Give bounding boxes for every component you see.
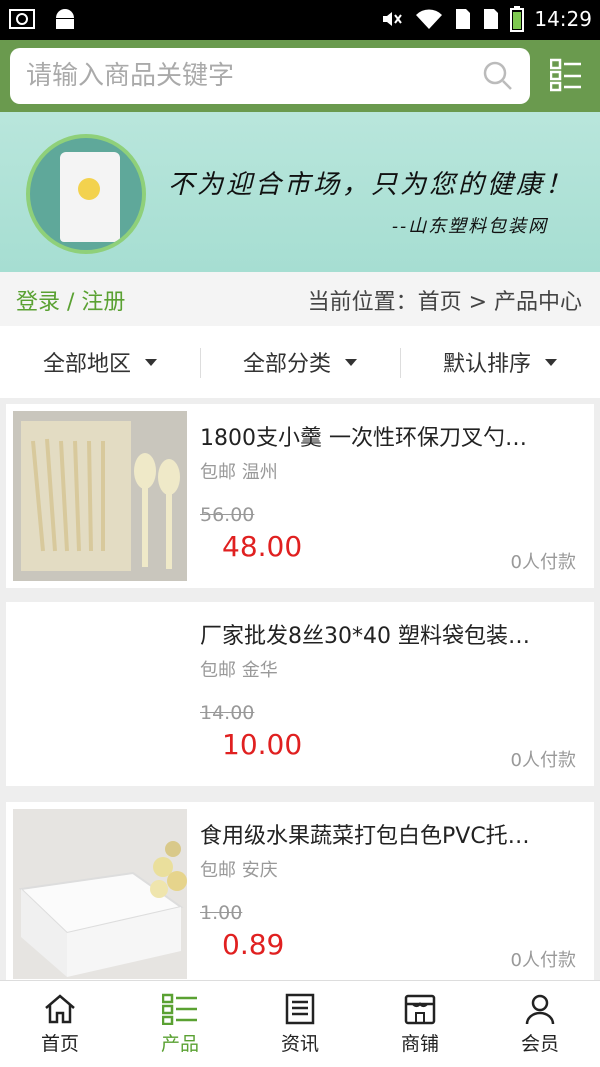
shop-icon xyxy=(404,994,436,1024)
tab-products[interactable]: 产品 xyxy=(120,981,240,1067)
product-title[interactable]: 1800支小羹 一次性环保刀叉勺… xyxy=(200,420,570,452)
product-shipping-location: 包邮 金华 xyxy=(200,660,278,681)
status-bar: 14:29 xyxy=(0,0,600,40)
filter-label: 全部地区 xyxy=(42,352,131,377)
filter-label: 默认排序 xyxy=(442,352,531,377)
category-menu-icon[interactable] xyxy=(550,58,582,92)
product-price: 48.00 xyxy=(222,530,303,563)
product-sales-count: 0人付款 xyxy=(510,950,576,971)
filter-region[interactable]: 全部地区 xyxy=(0,326,200,398)
product-list: 1800支小羹 一次性环保刀叉勺… 包邮 温州 56.00 48.00 0人付款… xyxy=(0,398,600,980)
product-image xyxy=(13,411,187,581)
promo-banner[interactable]: 不为迎合市场，只为您的健康！ --山东塑料包装网 xyxy=(0,112,600,272)
sim1-icon xyxy=(456,9,471,29)
product-card[interactable]: 食用级水果蔬菜打包白色PVC托… 包邮 安庆 1.00 0.89 0人付款 xyxy=(6,802,594,980)
search-box[interactable] xyxy=(10,48,530,104)
filter-category[interactable]: 全部分类 xyxy=(200,326,400,398)
tab-home[interactable]: 首页 xyxy=(0,981,120,1067)
search-header xyxy=(0,40,600,112)
product-shipping-location: 包邮 温州 xyxy=(200,462,278,483)
chevron-down-icon xyxy=(345,358,357,366)
tab-news[interactable]: 资讯 xyxy=(240,981,360,1067)
news-icon xyxy=(285,993,315,1024)
list-icon xyxy=(162,993,197,1025)
tab-label: 产品 xyxy=(160,1032,199,1055)
current-position: 当前位置：首页 > 产品中心 xyxy=(307,290,582,315)
chevron-down-icon xyxy=(145,358,157,366)
tab-member[interactable]: 会员 xyxy=(480,981,600,1067)
product-sales-count: 0人付款 xyxy=(510,750,576,771)
android-icon xyxy=(56,9,74,29)
banner-signature: --山东塑料包装网 xyxy=(392,216,549,237)
product-original-price: 56.00 xyxy=(200,504,255,526)
sim2-icon xyxy=(484,9,499,29)
product-card[interactable]: 厂家批发8丝30*40 塑料袋包装… 包邮 金华 14.00 10.00 0人付… xyxy=(6,602,594,786)
product-title[interactable]: 厂家批发8丝30*40 塑料袋包装… xyxy=(200,618,570,650)
clock: 14:29 xyxy=(534,7,592,31)
banner-slogan: 不为迎合市场，只为您的健康！ xyxy=(168,170,575,200)
product-price: 10.00 xyxy=(222,728,303,761)
banner-product-image xyxy=(26,134,146,254)
tab-shops[interactable]: 商铺 xyxy=(360,981,480,1067)
tab-label: 首页 xyxy=(40,1032,79,1055)
filter-bar: 全部地区 全部分类 默认排序 xyxy=(0,326,600,398)
chevron-down-icon xyxy=(545,358,557,366)
product-shipping-location: 包邮 安庆 xyxy=(200,860,278,881)
tab-label: 资讯 xyxy=(280,1032,319,1055)
wifi-icon xyxy=(416,9,443,29)
breadcrumb: 登录 / 注册 当前位置：首页 > 产品中心 xyxy=(0,272,600,326)
filter-label: 全部分类 xyxy=(242,352,331,377)
home-icon xyxy=(45,993,75,1023)
search-input[interactable] xyxy=(26,56,466,96)
battery-icon xyxy=(510,6,525,32)
product-sales-count: 0人付款 xyxy=(510,552,576,573)
product-image xyxy=(13,609,187,779)
product-card[interactable]: 1800支小羹 一次性环保刀叉勺… 包邮 温州 56.00 48.00 0人付款 xyxy=(6,404,594,588)
product-original-price: 1.00 xyxy=(200,902,243,924)
screenshot-icon xyxy=(9,9,35,29)
product-original-price: 14.00 xyxy=(200,702,255,724)
bottom-tab-bar: 首页 产品 资讯 商铺 会员 xyxy=(0,980,600,1067)
filter-sort[interactable]: 默认排序 xyxy=(400,326,600,398)
tab-label: 商铺 xyxy=(400,1032,439,1055)
product-price: 0.89 xyxy=(222,928,285,961)
mute-icon xyxy=(383,12,403,26)
login-register-link[interactable]: 登录 / 注册 xyxy=(16,284,125,316)
tab-label: 会员 xyxy=(520,1032,559,1055)
user-icon xyxy=(525,994,555,1024)
product-title[interactable]: 食用级水果蔬菜打包白色PVC托… xyxy=(200,818,570,850)
search-icon[interactable] xyxy=(482,60,514,92)
product-image xyxy=(13,809,187,979)
